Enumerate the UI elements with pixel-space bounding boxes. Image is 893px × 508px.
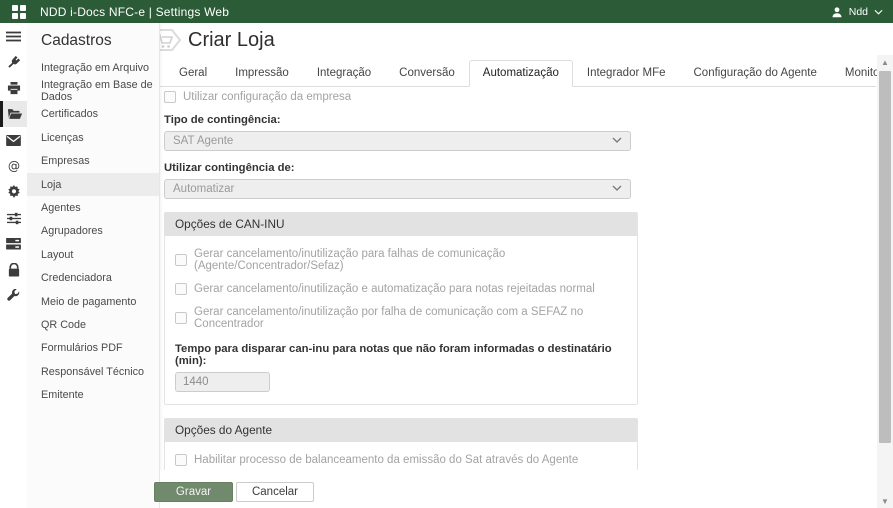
sliders-icon [7, 212, 21, 225]
checkbox-box[interactable] [175, 454, 187, 466]
user-icon [831, 6, 843, 18]
checkbox-box[interactable] [175, 254, 187, 266]
sidebar-item-layout[interactable]: Layout [27, 243, 159, 266]
footer: Gravar Cancelar [160, 470, 877, 508]
rail-item-printer[interactable] [0, 75, 27, 101]
gear-icon [7, 185, 21, 199]
user-name: Ndd [849, 6, 868, 18]
section-body: Habilitar processo de balanceamento da e… [165, 442, 637, 470]
rail-item-wrench[interactable] [0, 283, 27, 309]
chevron-down-icon [874, 9, 883, 15]
checkbox-box[interactable] [175, 312, 187, 324]
sidebar-item-licencas[interactable]: Licenças [27, 126, 159, 149]
checkbox-label: Gerar cancelamento/inutilização e automa… [194, 283, 595, 295]
scroll-down-icon[interactable]: ▼ [877, 494, 893, 508]
form: Utilizar configuração da empresa Tipo de… [164, 91, 638, 470]
rail-item-server[interactable] [0, 231, 27, 257]
server-icon [6, 238, 21, 250]
sidebar-item-integracao-em-base-de-dados[interactable]: Integração em Base de Dados [27, 79, 159, 102]
sidebar-item-integracao-em-arquivo[interactable]: Integração em Arquivo [27, 56, 159, 79]
section-opcoes-do-agente: Opções do Agente Habilitar processo de ba… [164, 418, 638, 470]
page-head: Criar Loja [150, 26, 275, 54]
chevron-down-icon [612, 184, 622, 194]
checkbox-gerar-cancelamento-inutilizacao-por-falha-de[interactable]: Gerar cancelamento/inutilização por falh… [175, 306, 627, 330]
rail-item-sliders[interactable] [0, 205, 27, 231]
field-input-tempo-para-disparar-can[interactable] [175, 372, 270, 392]
checkbox-box[interactable] [175, 283, 187, 295]
rail-item-at-sign[interactable]: @ [0, 153, 27, 179]
section-title: Opções do Agente [165, 419, 637, 442]
select-value: SAT Agente [173, 135, 233, 147]
sidebar-item-credenciadora[interactable]: Credenciadora [27, 267, 159, 290]
sidebar-header: Cadastros [27, 23, 159, 56]
contingency-use-label: Utilizar contingência de: [164, 162, 638, 174]
main-area: Criar Loja GeralImpressãoIntegraçãoConve… [160, 23, 877, 508]
rail-item-folder-open[interactable] [0, 101, 27, 127]
checkbox-habilitar-processo-de-balanceamento-da-emissao[interactable]: Habilitar processo de balanceamento da e… [175, 454, 627, 466]
section-opcoes-de-can-inu: Opções de CAN-INU Gerar cancelamento/inut… [164, 212, 638, 405]
form-sections: Opções de CAN-INU Gerar cancelamento/inut… [164, 212, 638, 470]
scrollbar[interactable]: ▲ ▼ [877, 55, 893, 508]
sidebar-item-meio-de-pagamento[interactable]: Meio de pagamento [27, 290, 159, 313]
sidebar-item-formularios-pdf[interactable]: Formulários PDF [27, 337, 159, 360]
contingency-type-label: Tipo de contingência: [164, 114, 638, 126]
checkbox-label: Habilitar processo de balanceamento da e… [194, 454, 578, 466]
sidebar-item-emitente[interactable]: Emitente [27, 383, 159, 406]
checkbox-gerar-cancelamento-inutilizacao-e-automatizacao-para[interactable]: Gerar cancelamento/inutilização e automa… [175, 283, 627, 295]
checkbox-label: Utilizar configuração da empresa [183, 91, 351, 103]
plug-icon [7, 55, 21, 69]
sidebar-item-agentes[interactable]: Agentes [27, 196, 159, 219]
rail-item-menu[interactable] [0, 23, 27, 49]
sidebar-item-certificados[interactable]: Certificados [27, 103, 159, 126]
printer-icon [7, 82, 21, 95]
rail-item-gear[interactable] [0, 179, 27, 205]
checkbox-label: Gerar cancelamento/inutilização por falh… [194, 306, 627, 330]
rail-item-mail[interactable] [0, 127, 27, 153]
sidebar-item-agrupadores[interactable]: Agrupadores [27, 220, 159, 243]
app-title: NDD i-Docs NFC-e | Settings Web [40, 5, 229, 19]
sidebar-menu: Integração em ArquivoIntegração em Base … [27, 56, 159, 407]
save-button[interactable]: Gravar [154, 482, 233, 502]
scroll-thumb[interactable] [879, 71, 891, 443]
rail-item-lock[interactable] [0, 257, 27, 283]
checkbox-gerar-cancelamento-inutilizacao-para-falhas-de[interactable]: Gerar cancelamento/inutilização para fal… [175, 248, 627, 272]
contingency-type-select[interactable]: SAT Agente [164, 131, 631, 151]
contingency-use-select[interactable]: Automatizar [164, 179, 631, 199]
chevron-down-icon [612, 136, 622, 146]
field-label: Tempo para disparar can-inu para notas q… [175, 343, 627, 367]
tab-content: Utilizar configuração da empresa Tipo de… [160, 83, 876, 470]
user-menu[interactable]: Ndd [831, 6, 883, 18]
section-body: Gerar cancelamento/inutilização para fal… [165, 236, 637, 404]
svg-text:@: @ [7, 159, 19, 173]
topbar: NDD i-Docs NFC-e | Settings Web Ndd [0, 0, 893, 23]
menu-icon [6, 31, 21, 42]
page-title: Criar Loja [188, 29, 275, 52]
sidebar: Cadastros Integração em ArquivoIntegraçã… [27, 23, 160, 508]
checkbox-label: Gerar cancelamento/inutilização para fal… [194, 248, 627, 272]
sidebar-item-responsavel-tecnico[interactable]: Responsável Técnico [27, 360, 159, 383]
checkbox-utilizar-configuracao-da-empresa[interactable]: Utilizar configuração da empresa [164, 91, 638, 103]
wrench-icon [7, 289, 20, 303]
select-value: Automatizar [173, 183, 234, 195]
section-title: Opções de CAN-INU [165, 213, 637, 236]
apps-grid-icon[interactable] [12, 5, 26, 19]
folder-open-icon [7, 108, 23, 120]
cancel-button[interactable]: Cancelar [236, 482, 314, 502]
at-sign-icon: @ [7, 159, 21, 173]
checkbox-box[interactable] [164, 91, 176, 103]
sidebar-item-qr-code[interactable]: QR Code [27, 313, 159, 336]
mail-icon [6, 135, 21, 146]
rail-item-plug[interactable] [0, 49, 27, 75]
sidebar-item-loja[interactable]: Loja [27, 173, 159, 196]
sidebar-item-empresas[interactable]: Empresas [27, 150, 159, 173]
lock-icon [8, 263, 20, 277]
icon-rail: @ [0, 23, 27, 508]
scroll-up-icon[interactable]: ▲ [877, 55, 893, 69]
